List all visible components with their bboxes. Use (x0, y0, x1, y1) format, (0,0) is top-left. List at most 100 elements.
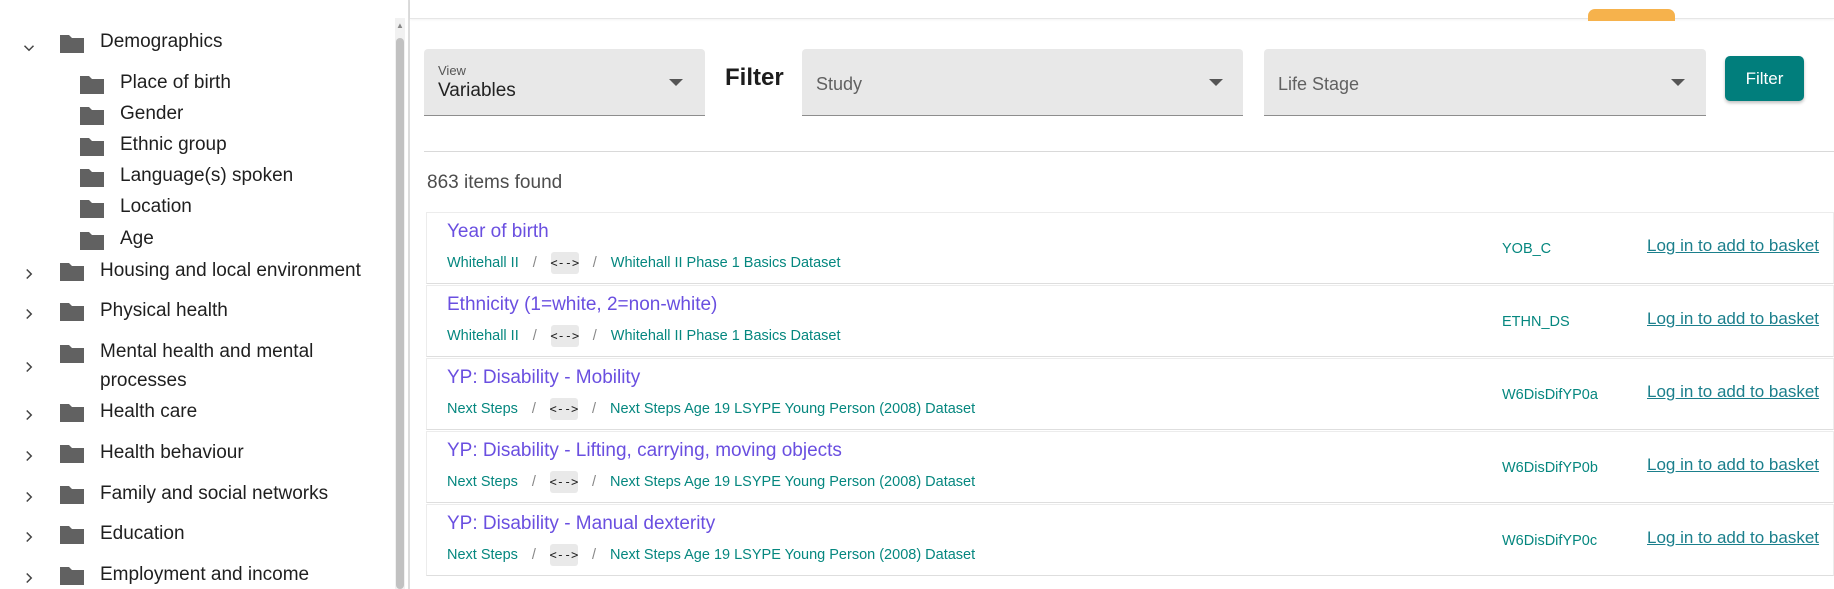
result-title-link[interactable]: YP: Disability - Lifting, carrying, movi… (447, 440, 842, 462)
tree-item-label: Education (100, 523, 185, 544)
caret-down-icon (1209, 79, 1223, 86)
divider (424, 151, 1834, 152)
tree-item-mental-health[interactable]: Mental health and mental processes (0, 337, 390, 397)
folder-icon (58, 259, 86, 283)
code-chip-icon[interactable]: <--> (550, 398, 578, 420)
result-item: YP: Disability - Lifting, carrying, movi… (426, 431, 1834, 503)
variable-code: W6DisDifYP0b (1502, 460, 1598, 476)
result-item: YP: Disability - Mobility Next Steps / <… (426, 358, 1834, 430)
study-select[interactable]: Study (802, 49, 1243, 116)
results-count: 863 items found (427, 172, 563, 193)
chevron-right-icon[interactable] (14, 563, 44, 589)
tree-item-location[interactable]: Location (0, 192, 390, 222)
tree-item-label: Place of birth (120, 72, 231, 93)
result-study: Next Steps (447, 547, 518, 563)
result-title-link[interactable]: YP: Disability - Mobility (447, 367, 640, 389)
result-item: YP: Disability - Manual dexterity Next S… (426, 504, 1834, 576)
result-dataset: Next Steps Age 19 LSYPE Young Person (20… (609, 401, 976, 417)
tree-item-label: Housing and local environment (100, 260, 361, 281)
result-dataset: Whitehall II Phase 1 Basics Dataset (610, 328, 841, 344)
variable-code: W6DisDifYP0a (1502, 387, 1598, 403)
tree-item-age[interactable]: Age (0, 224, 390, 254)
tree-item-label: Health behaviour (100, 442, 244, 463)
chevron-right-icon[interactable] (14, 522, 44, 552)
folder-icon (58, 31, 86, 55)
chevron-right-icon[interactable] (14, 400, 44, 430)
code-chip-icon[interactable]: <--> (550, 471, 578, 493)
folder-icon (78, 72, 106, 96)
tree-item-label: Physical health (100, 300, 228, 321)
folder-icon (58, 482, 86, 506)
result-dataset: Next Steps Age 19 LSYPE Young Person (20… (609, 547, 976, 563)
result-title-link[interactable]: Ethnicity (1=white, 2=non-white) (447, 294, 717, 316)
chevron-right-icon[interactable] (14, 352, 44, 382)
tree-item-label: Demographics (100, 31, 223, 52)
sidebar-scrollbar[interactable]: ▲ (395, 18, 405, 589)
result-meta: Whitehall II / <--> / Whitehall II Phase… (447, 251, 841, 275)
variable-code: ETHN_DS (1502, 314, 1570, 330)
caret-down-icon (1671, 79, 1685, 86)
tree-item-ethnic-group[interactable]: Ethnic group (0, 130, 390, 160)
add-to-basket-link[interactable]: Log in to add to basket (1647, 309, 1819, 329)
folder-icon (78, 228, 106, 252)
result-item: Ethnicity (1=white, 2=non-white) Whiteha… (426, 285, 1834, 357)
scrollbar-thumb[interactable] (396, 38, 404, 589)
result-title-link[interactable]: YP: Disability - Manual dexterity (447, 513, 715, 535)
result-item: Year of birth Whitehall II / <--> / Whit… (426, 212, 1834, 284)
scroll-up-arrow-icon[interactable]: ▲ (395, 18, 405, 32)
tree-item-label: Employment and income (100, 564, 310, 585)
result-title-link[interactable]: Year of birth (447, 221, 549, 243)
tree-item-gender[interactable]: Gender (0, 99, 390, 129)
folder-icon (78, 134, 106, 158)
add-to-basket-link[interactable]: Log in to add to basket (1647, 455, 1819, 475)
tree-item-education[interactable]: Education (0, 519, 390, 549)
result-study: Whitehall II (447, 328, 519, 344)
life-stage-select[interactable]: Life Stage (1264, 49, 1706, 116)
study-select-placeholder: Study (816, 74, 863, 94)
folder-icon (78, 165, 106, 189)
result-meta: Next Steps / <--> / Next Steps Age 19 LS… (447, 470, 975, 494)
orange-tab[interactable] (1588, 9, 1675, 21)
tree-item-housing[interactable]: Housing and local environment (0, 256, 390, 286)
tree-item-label: Health care (100, 401, 198, 422)
result-study: Next Steps (447, 401, 518, 417)
result-dataset: Whitehall II Phase 1 Basics Dataset (610, 255, 841, 271)
chevron-down-icon[interactable] (14, 33, 44, 63)
add-to-basket-link[interactable]: Log in to add to basket (1647, 382, 1819, 402)
tree-item-health-behaviour[interactable]: Health behaviour (0, 438, 390, 468)
folder-icon (78, 103, 106, 127)
chevron-right-icon[interactable] (14, 299, 44, 329)
folder-icon (58, 522, 86, 546)
view-select-value: Variables (438, 80, 516, 101)
tree-item-label: Ethnic group (120, 134, 227, 155)
chevron-right-icon[interactable] (14, 441, 44, 471)
category-tree: Demographics Place of birth Gender Ethni… (0, 0, 395, 589)
add-to-basket-link[interactable]: Log in to add to basket (1647, 236, 1819, 256)
folder-icon (78, 196, 106, 220)
tree-item-place-of-birth[interactable]: Place of birth (0, 68, 390, 98)
filter-button[interactable]: Filter (1725, 56, 1804, 101)
filter-heading: Filter (725, 64, 784, 91)
tree-item-label: Location (120, 196, 192, 217)
view-select-label: View (438, 63, 466, 78)
tree-item-employment-income[interactable]: Employment and income (0, 560, 390, 589)
results-list: Year of birth Whitehall II / <--> / Whit… (426, 212, 1834, 576)
add-to-basket-link[interactable]: Log in to add to basket (1647, 528, 1819, 548)
code-chip-icon[interactable]: <--> (550, 544, 578, 566)
tree-item-health-care[interactable]: Health care (0, 397, 390, 427)
code-chip-icon[interactable]: <--> (550, 252, 579, 274)
tree-item-demographics[interactable]: Demographics (0, 27, 390, 57)
result-meta: Next Steps / <--> / Next Steps Age 19 LS… (447, 543, 975, 567)
tree-item-languages-spoken[interactable]: Language(s) spoken (0, 161, 390, 191)
tree-item-label: Language(s) spoken (120, 165, 294, 186)
code-chip-icon[interactable]: <--> (550, 325, 579, 347)
tree-item-label: Family and social networks (100, 483, 329, 504)
view-select[interactable]: View Variables (424, 49, 705, 116)
tree-item-family-social-networks[interactable]: Family and social networks (0, 479, 390, 509)
tree-item-physical-health[interactable]: Physical health (0, 296, 390, 326)
variable-code: YOB_C (1502, 241, 1552, 257)
chevron-right-icon[interactable] (14, 482, 44, 512)
tree-item-label: Gender (120, 103, 184, 124)
tree-item-label: Age (120, 228, 154, 249)
chevron-right-icon[interactable] (14, 259, 44, 289)
